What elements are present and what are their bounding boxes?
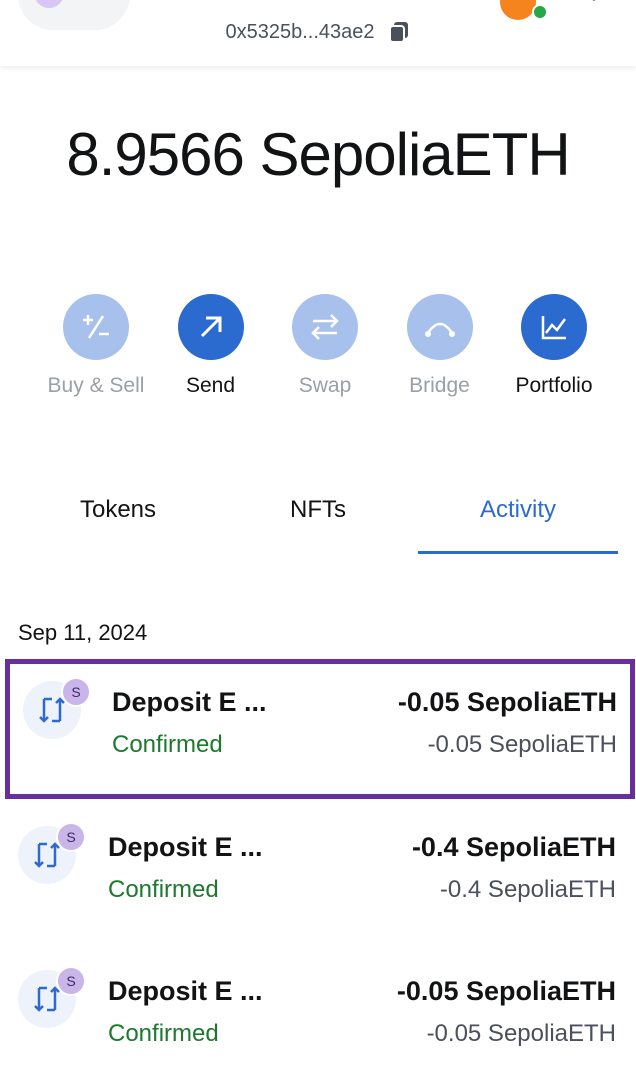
tab-nfts[interactable]: NFTs <box>218 496 418 554</box>
tab-activity[interactable]: Activity <box>418 496 618 554</box>
kebab-menu-icon[interactable] <box>590 0 598 12</box>
buy-sell-button[interactable]: Buy & Sell <box>40 294 152 398</box>
account-address-text: 0x5325b...43ae2 <box>225 20 375 43</box>
copy-icon[interactable] <box>387 20 411 44</box>
balance-symbol: SepoliaETH <box>259 121 571 188</box>
activity-item[interactable]: S Deposit E ... Confirmed -0.05 SepoliaE… <box>0 948 636 1088</box>
activity-date-header: Sep 11, 2024 <box>18 620 148 645</box>
transaction-status: Confirmed <box>112 731 223 758</box>
send-label: Send <box>185 374 236 397</box>
swap-button[interactable]: Swap <box>269 294 381 398</box>
tab-tokens[interactable]: Tokens <box>18 496 218 554</box>
buy-sell-icon <box>63 294 129 360</box>
transaction-amount: -0.4 SepoliaETH <box>411 832 616 862</box>
connection-status-dot <box>532 4 548 20</box>
balance-amount: 8.9566 <box>66 121 245 188</box>
portfolio-button[interactable]: Portfolio <box>498 294 610 398</box>
transaction-secondary-amount: -0.05 SepoliaETH <box>426 1020 616 1047</box>
bridge-button[interactable]: Bridge <box>384 294 496 398</box>
transaction-icon: S <box>23 677 91 739</box>
balance-display: 8.9566 SepoliaETH <box>0 120 636 189</box>
transaction-secondary-amount: -0.05 SepoliaETH <box>427 731 617 758</box>
app-header: S 0x5325b...43ae2 <box>0 0 636 66</box>
transaction-status: Confirmed <box>108 1020 219 1047</box>
network-badge: S <box>56 822 86 852</box>
tab-bar: Tokens NFTs Activity <box>18 496 618 554</box>
transaction-status: Confirmed <box>108 876 219 903</box>
action-bar: Buy & Sell Send Swap Bridge Portfolio <box>40 294 610 398</box>
bridge-label: Bridge <box>409 374 470 397</box>
network-badge: S <box>56 966 86 996</box>
portfolio-label: Portfolio <box>515 374 593 397</box>
account-address[interactable]: 0x5325b...43ae2 <box>0 20 636 44</box>
transaction-icon: S <box>18 822 86 884</box>
activity-item[interactable]: S Deposit E ... Confirmed -0.05 SepoliaE… <box>5 659 635 799</box>
buy-sell-label: Buy & Sell <box>47 374 145 397</box>
transaction-title: Deposit E ... <box>112 687 267 717</box>
network-badge: S <box>61 677 91 707</box>
transaction-icon: S <box>18 966 86 1028</box>
portfolio-chart-icon <box>521 294 587 360</box>
network-avatar: S <box>34 0 64 8</box>
account-avatar-icon[interactable] <box>500 0 536 20</box>
swap-label: Swap <box>298 374 352 397</box>
transaction-secondary-amount: -0.4 SepoliaETH <box>439 876 616 903</box>
transaction-amount: -0.05 SepoliaETH <box>396 976 616 1006</box>
transaction-title: Deposit E ... <box>108 976 263 1006</box>
swap-icon <box>292 294 358 360</box>
transaction-amount: -0.05 SepoliaETH <box>397 687 617 717</box>
send-button[interactable]: Send <box>155 294 267 398</box>
activity-item[interactable]: S Deposit E ... Confirmed -0.4 SepoliaET… <box>0 804 636 944</box>
transaction-title: Deposit E ... <box>108 832 263 862</box>
bridge-icon <box>406 294 473 360</box>
send-arrow-icon <box>177 294 244 360</box>
